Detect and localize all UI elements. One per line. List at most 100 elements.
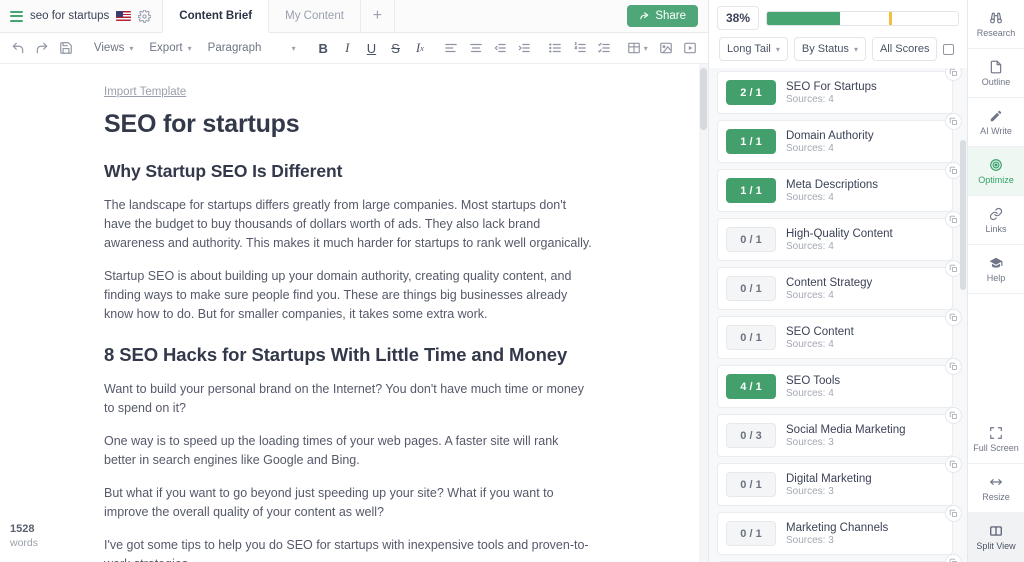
keyword-card[interactable]: 2 / 1 SEO For Startups Sources: 4 [717, 68, 962, 114]
rail-item-help[interactable]: Help [968, 245, 1024, 294]
keyword-card[interactable]: 0 / 1 SEO Content Sources: 4 [717, 309, 962, 359]
keyword-text: Marketing Channels Sources: 3 [786, 522, 888, 546]
target-icon [990, 158, 1002, 171]
keyword-term: SEO Content [786, 325, 854, 338]
bold-button[interactable]: B [311, 35, 335, 61]
rail-label-resize: Resize [982, 491, 1010, 502]
paragraph-dropdown[interactable]: Paragraph ▾ [200, 35, 304, 61]
keyword-card[interactable]: 1 / 1 Domain Authority Sources: 4 [717, 113, 962, 163]
strikethrough-button[interactable]: S [384, 35, 408, 61]
rail-item-optimize[interactable]: Optimize [968, 147, 1024, 196]
numbered-list-icon[interactable] [568, 35, 592, 61]
rail-label-full-screen: Full Screen [973, 442, 1019, 453]
bullet-list-icon[interactable] [543, 35, 567, 61]
resize-icon [989, 478, 1003, 485]
align-left-icon[interactable] [439, 35, 463, 61]
rail-spacer [968, 294, 1024, 415]
rail-item-research[interactable]: Research [968, 0, 1024, 49]
filter-all-scores[interactable]: All Scores [871, 37, 938, 61]
keyword-term: Marketing Channels [786, 521, 889, 534]
table-icon[interactable] [623, 35, 643, 61]
add-tab-button[interactable]: + [361, 0, 395, 32]
editor-scrollbar[interactable] [699, 64, 708, 562]
filter-all-scores-label: All Scores [879, 43, 930, 55]
underline-button[interactable]: U [359, 35, 383, 61]
document-page[interactable]: Import Template SEO for startups Why Sta… [0, 64, 708, 562]
optimize-scrollbar-thumb[interactable] [960, 140, 966, 290]
image-icon[interactable] [654, 35, 678, 61]
select-all-checkbox[interactable] [943, 43, 955, 55]
export-label: Export [149, 42, 183, 54]
chevron-down-icon: ▾ [291, 43, 296, 53]
editor-scrollbar-thumb[interactable] [700, 68, 707, 130]
keyword-card[interactable]: 0 / 1 Marketing Channels Sources: 3 [717, 505, 962, 555]
rail-label-outline: Outline [981, 76, 1011, 87]
views-dropdown[interactable]: Views ▾ [86, 35, 141, 61]
optimize-header: 38% Long Tail ▾ By Status ▾ All Scores [709, 0, 967, 68]
rail-item-split-view[interactable]: Split View [968, 513, 1024, 562]
filter-long-tail[interactable]: Long Tail ▾ [719, 37, 788, 61]
indent-icon[interactable] [512, 35, 536, 61]
video-icon[interactable] [678, 35, 702, 61]
keyword-sources: Sources: 4 [786, 240, 834, 252]
keyword-text: Meta Descriptions Sources: 4 [786, 179, 878, 203]
chevron-down-icon[interactable]: ▾ [644, 44, 648, 53]
tab-content-brief[interactable]: Content Brief [162, 0, 270, 33]
keyword-text: SEO Tools Sources: 4 [786, 375, 840, 399]
keyword-text: Digital Marketing Sources: 3 [786, 473, 872, 497]
undo-icon[interactable] [6, 35, 30, 61]
export-dropdown[interactable]: Export ▾ [141, 35, 199, 61]
tab-my-content[interactable]: My Content [268, 0, 361, 32]
share-button[interactable]: Share [627, 5, 698, 27]
paragraph-label: Paragraph [207, 42, 262, 54]
app-root: seo for startups Content Brief My Conten… [0, 0, 1024, 562]
save-icon[interactable] [54, 35, 78, 61]
rail-item-ai-write[interactable]: AI Write [968, 98, 1024, 147]
italic-button[interactable]: I [335, 35, 359, 61]
keyword-card[interactable]: 1 / 1 Meta Descriptions Sources: 4 [717, 162, 962, 212]
gear-icon[interactable] [138, 9, 152, 23]
editor-column: seo for startups Content Brief My Conten… [0, 0, 708, 562]
keyword-card[interactable]: 0 / 3 Social Media Marketing Sources: 3 [717, 407, 962, 457]
rail-item-outline[interactable]: Outline [968, 49, 1024, 98]
clear-format-button[interactable]: Ix [408, 35, 432, 61]
keyword-card[interactable]: 0 / 1 Digital Marketing Sources: 3 [717, 456, 962, 506]
import-template-link[interactable]: Import Template [104, 86, 186, 98]
keyword-card[interactable]: 0 / 1 High-Quality Content Sources: 4 [717, 211, 962, 261]
filter-row: Long Tail ▾ By Status ▾ All Scores [717, 37, 959, 68]
align-center-icon[interactable] [463, 35, 487, 61]
document-scroll-area[interactable]: Import Template SEO for startups Why Sta… [0, 64, 708, 562]
rail-item-resize[interactable]: Resize [968, 464, 1024, 513]
keyword-term: High-Quality Content [786, 227, 893, 240]
keyword-sources: Sources: 4 [786, 338, 834, 350]
outdent-icon[interactable] [488, 35, 512, 61]
rail-label-optimize: Optimize [978, 174, 1014, 185]
keyword-card[interactable]: 0 / 1 Content Strategy Sources: 4 [717, 260, 962, 310]
redo-icon[interactable] [30, 35, 54, 61]
keyword-term: Meta Descriptions [786, 178, 879, 191]
optimize-panel: 38% Long Tail ▾ By Status ▾ All Scores 2… [708, 0, 967, 562]
rail-item-links[interactable]: Links [968, 196, 1024, 245]
keyword-count-badge: 0 / 1 [726, 276, 776, 301]
share-icon [640, 11, 649, 19]
expand-icon [990, 426, 1002, 439]
checklist-icon[interactable] [592, 35, 616, 61]
keyword-term: SEO Tools [786, 374, 841, 387]
chevron-down-icon: ▾ [129, 43, 134, 53]
hamburger-icon[interactable] [10, 10, 23, 22]
rail-label-links: Links [985, 223, 1007, 234]
document-paragraph: The landscape for startups differs great… [104, 198, 592, 250]
keyword-text: Content Strategy Sources: 4 [786, 277, 872, 301]
rail-label-help: Help [986, 272, 1006, 283]
keyword-card[interactable]: 4 / 1 SEO Tools Sources: 4 [717, 358, 962, 408]
optimize-scrollbar[interactable] [959, 55, 967, 562]
content-score-value: 38% [717, 6, 760, 30]
rail-label-split-view: Split View [976, 540, 1016, 551]
filter-by-status[interactable]: By Status ▾ [793, 37, 866, 61]
keyword-term: Content Strategy [786, 276, 873, 289]
document-heading: Why Startup SEO Is Different [104, 161, 343, 181]
rail-item-full-screen[interactable]: Full Screen [968, 415, 1024, 464]
keyword-list[interactable]: 2 / 1 SEO For Startups Sources: 41 / 1 Doma… [709, 68, 967, 562]
keyword-count-badge: 0 / 3 [726, 423, 776, 448]
tool-rail: Research Outline AI Write Optimize Links… [967, 0, 1024, 562]
